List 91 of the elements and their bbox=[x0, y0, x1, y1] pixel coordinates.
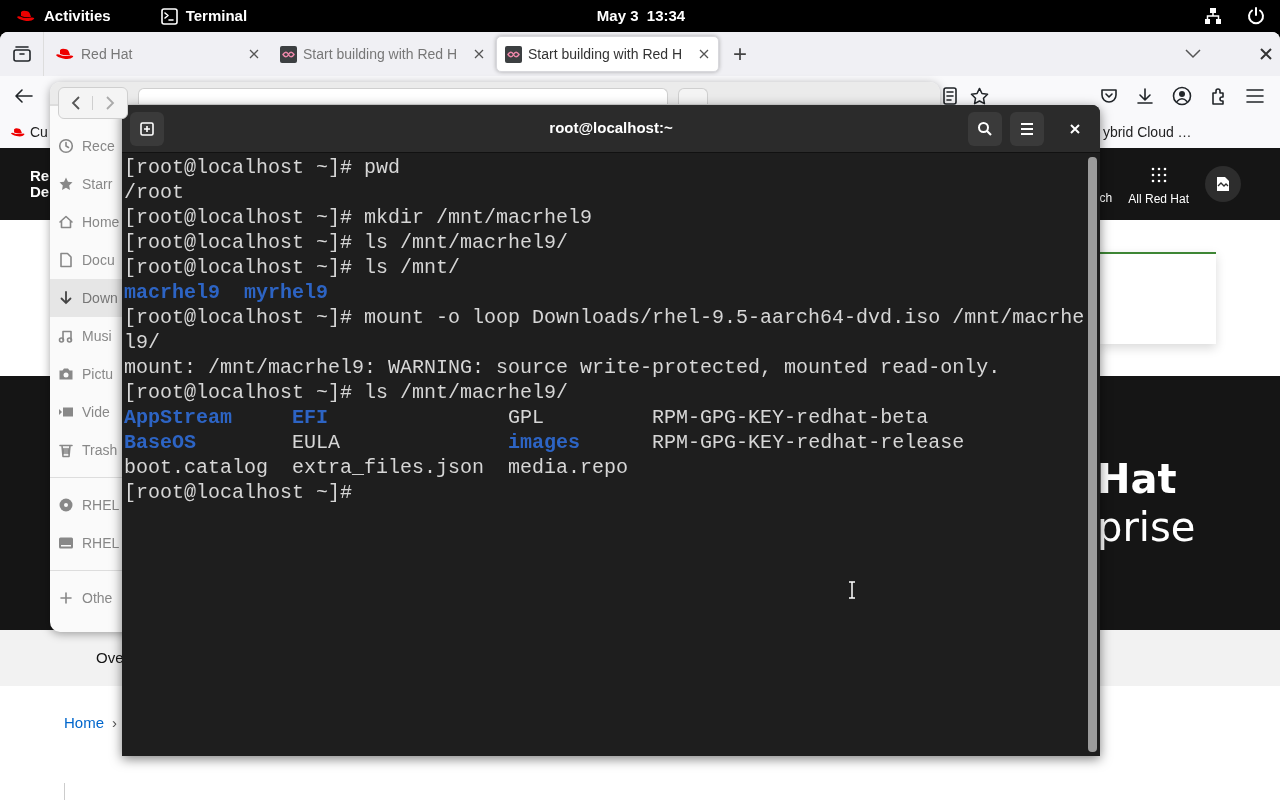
sidebar-icon bbox=[58, 328, 74, 344]
sidebar-icon bbox=[58, 176, 74, 192]
terminal-line: mount: /mnt/macrhel9: WARNING: source write-protected, mounted read-only. bbox=[124, 355, 1002, 380]
sidebar-icon bbox=[58, 366, 74, 382]
sidebar-item[interactable]: Rece bbox=[50, 127, 122, 165]
new-tab-button[interactable] bbox=[130, 111, 164, 146]
terminal-line: AppStream EFI GPL RPM-GPG-KEY-redhat-beta bbox=[124, 405, 930, 430]
favicon bbox=[280, 45, 297, 63]
app-menu-label[interactable]: Terminal bbox=[185, 4, 248, 28]
sidebar-item[interactable]: Musi bbox=[50, 317, 122, 355]
close-icon[interactable] bbox=[1260, 48, 1272, 60]
logo-icon bbox=[16, 9, 36, 23]
close-icon bbox=[1070, 123, 1080, 134]
terminal-line: BaseOS EULA images RPM-GPG-KEY-redhat-release bbox=[124, 430, 966, 455]
breadcrumb-link[interactable]: Home bbox=[64, 712, 104, 735]
sidebar-item[interactable]: Docu bbox=[50, 241, 122, 279]
menu-icon bbox=[1020, 121, 1034, 136]
all-products-link[interactable]: All Red Hat bbox=[1128, 190, 1189, 208]
close-icon[interactable] bbox=[248, 48, 260, 60]
hero-title: Hat bbox=[1097, 455, 1178, 503]
breadcrumb-separator: › bbox=[112, 713, 117, 733]
scrollbar[interactable] bbox=[1088, 157, 1097, 752]
terminal-line: [root@localhost ~]# pwd bbox=[124, 155, 402, 180]
sidebar-item[interactable]: Pictu bbox=[50, 355, 122, 393]
terminal-line: [root@localhost ~]# ls /mnt/ bbox=[124, 255, 462, 280]
search-icon bbox=[977, 120, 993, 137]
sidebar-item[interactable]: Starr bbox=[50, 165, 122, 203]
browser-tab[interactable]: Start building with Red H bbox=[271, 36, 494, 72]
window-title: root@localhost:~ bbox=[549, 118, 673, 139]
chevron-left-icon bbox=[70, 96, 81, 110]
back-arrow-icon[interactable] bbox=[14, 88, 34, 104]
browser-tab[interactable]: Red Hat bbox=[46, 36, 269, 72]
terminal-line: [root@localhost ~]# ls /mnt/macrhel9/ bbox=[124, 380, 570, 405]
sidebar-icon bbox=[58, 252, 74, 268]
sidebar-item[interactable]: RHEL bbox=[50, 486, 122, 524]
account-icon[interactable] bbox=[1172, 86, 1192, 106]
terminal-line: [root@localhost ~]# bbox=[124, 480, 354, 505]
browser-tab[interactable]: Start building with Red H bbox=[496, 36, 719, 72]
avatar[interactable] bbox=[1205, 166, 1241, 202]
sidebar-item[interactable]: Vide bbox=[50, 393, 122, 431]
bookmark-star-icon[interactable] bbox=[970, 87, 989, 105]
menu-button[interactable] bbox=[1010, 111, 1044, 146]
hero-title: prise bbox=[1097, 503, 1197, 551]
sidebar-icon bbox=[58, 214, 74, 230]
bookmark-link[interactable]: Cu bbox=[30, 121, 48, 143]
sidebar-icon bbox=[58, 497, 74, 513]
terminal-line: [root@localhost ~]# mkdir /mnt/macrhel9 bbox=[124, 205, 594, 230]
search-button[interactable] bbox=[968, 111, 1002, 146]
terminal-line: l9/ bbox=[124, 330, 161, 355]
grid-icon[interactable] bbox=[1149, 166, 1168, 184]
close-icon[interactable] bbox=[698, 48, 710, 60]
activities-button[interactable]: Activities bbox=[44, 4, 111, 28]
power-icon[interactable] bbox=[1246, 6, 1266, 26]
terminal-line: macrhel9 myrhel9 bbox=[124, 280, 330, 305]
sidebar-icon bbox=[58, 138, 74, 154]
menu-icon[interactable] bbox=[1246, 88, 1264, 104]
sidebar-item[interactable]: Othe bbox=[50, 579, 122, 617]
search-link[interactable]: ch bbox=[1099, 189, 1113, 207]
chevron-down-icon[interactable] bbox=[1184, 48, 1202, 60]
sidebar-item[interactable]: Home bbox=[50, 203, 122, 241]
logo-text[interactable]: Re bbox=[30, 168, 50, 184]
close-icon[interactable] bbox=[473, 48, 485, 60]
sidebar-item[interactable]: RHEL bbox=[50, 524, 122, 562]
text-cursor-icon bbox=[848, 581, 856, 599]
terminal-icon[interactable] bbox=[160, 7, 178, 25]
broken-image-icon bbox=[1216, 176, 1230, 192]
logo-text[interactable]: De bbox=[30, 184, 50, 200]
tab-overview-icon[interactable] bbox=[11, 45, 32, 63]
sidebar-icon bbox=[58, 442, 74, 458]
network-icon[interactable] bbox=[1204, 7, 1222, 25]
terminal-line: [root@localhost ~]# mount -o loop Downloads/rhel-9.5-aarch64-dvd.iso /mnt/macrhe bbox=[124, 305, 1086, 330]
reader-view-icon[interactable] bbox=[942, 87, 958, 105]
bookmark-link[interactable]: ybrid Cloud … bbox=[1102, 121, 1192, 143]
sidebar-icon bbox=[58, 590, 74, 606]
terminal-line: [root@localhost ~]# ls /mnt/macrhel9/ bbox=[124, 230, 570, 255]
bookmark-favicon bbox=[10, 126, 26, 138]
subnav-link[interactable]: Ove bbox=[96, 646, 124, 670]
new-tab-button[interactable]: + bbox=[729, 38, 751, 70]
terminal-line: boot.catalog extra_files.json media.repo bbox=[124, 455, 630, 480]
terminal-line: /root bbox=[124, 180, 185, 205]
favicon bbox=[505, 45, 522, 63]
new-tab-icon bbox=[139, 120, 155, 137]
favicon bbox=[55, 47, 75, 61]
sidebar-icon bbox=[58, 535, 74, 551]
pocket-icon[interactable] bbox=[1100, 87, 1118, 105]
clock[interactable]: May 3 13:34 bbox=[596, 4, 686, 28]
chevron-right-icon bbox=[105, 96, 115, 110]
sidebar-icon bbox=[58, 290, 74, 306]
sidebar-item[interactable]: Trash bbox=[50, 431, 122, 469]
download-icon[interactable] bbox=[1136, 87, 1154, 105]
sidebar-item[interactable]: Down bbox=[50, 279, 122, 317]
